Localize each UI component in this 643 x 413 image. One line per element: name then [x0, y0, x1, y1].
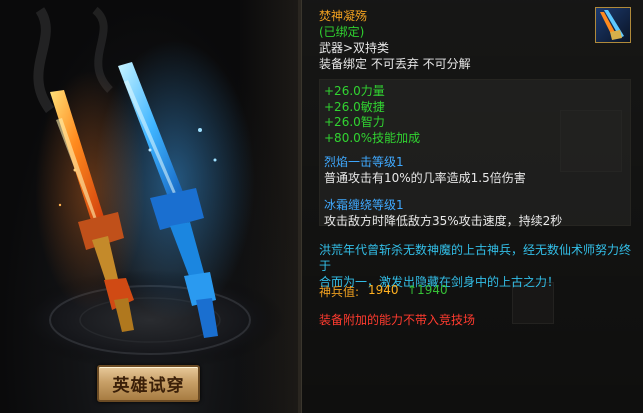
skill-desc-frost: 攻击敌方时降低敌方35%攻击速度，持续2秒: [324, 214, 563, 228]
twin-swords-illustration: [15, 6, 285, 370]
item-flags: 装备绑定 不可丢弃 不可分解: [319, 57, 471, 71]
twin-swords-icon: [595, 7, 631, 43]
lore-line-2: 合而为一，激发出隐藏在剑身中的上古之力！: [319, 275, 560, 289]
skill-desc-flame: 普通攻击有10%的几率造成1.5倍伤害: [324, 171, 526, 185]
arena-warning: 装备附加的能力不带入竞技场: [319, 313, 476, 327]
stat-intellect: +26.0智力: [324, 115, 385, 129]
item-lore: 洪荒年代曾斩杀无数神魔的上古神兵，经无数仙术师努力终于 合而为一，激发出隐藏在剑…: [319, 242, 637, 290]
item-name: 焚神凝殇: [319, 9, 368, 23]
power-value: 1940: [368, 283, 399, 297]
item-type: 武器>双持类: [319, 41, 390, 55]
hero-try-on-button[interactable]: 英雄试穿: [97, 365, 200, 402]
stat-skill-bonus: +80.0%技能加成: [324, 131, 421, 145]
weapon-preview-panel: 英雄试穿: [0, 0, 301, 413]
bind-state: (已绑定): [319, 25, 365, 39]
power-label: 神兵值:: [319, 285, 360, 299]
skill-name-flame: 烈焰一击等级1: [324, 155, 404, 169]
skill-name-frost: 冰霜缠绕等级1: [324, 198, 404, 212]
item-tooltip: 焚神凝殇 (已绑定) 武器>双持类 装备绑定 不可丢弃 不可分解 +26.0力量…: [301, 0, 643, 413]
stat-strength: +26.0力量: [324, 84, 385, 98]
power-diff: ↑1940: [407, 283, 448, 297]
lore-line-1: 洪荒年代曾斩杀无数神魔的上古神兵，经无数仙术师努力终于: [319, 243, 632, 273]
